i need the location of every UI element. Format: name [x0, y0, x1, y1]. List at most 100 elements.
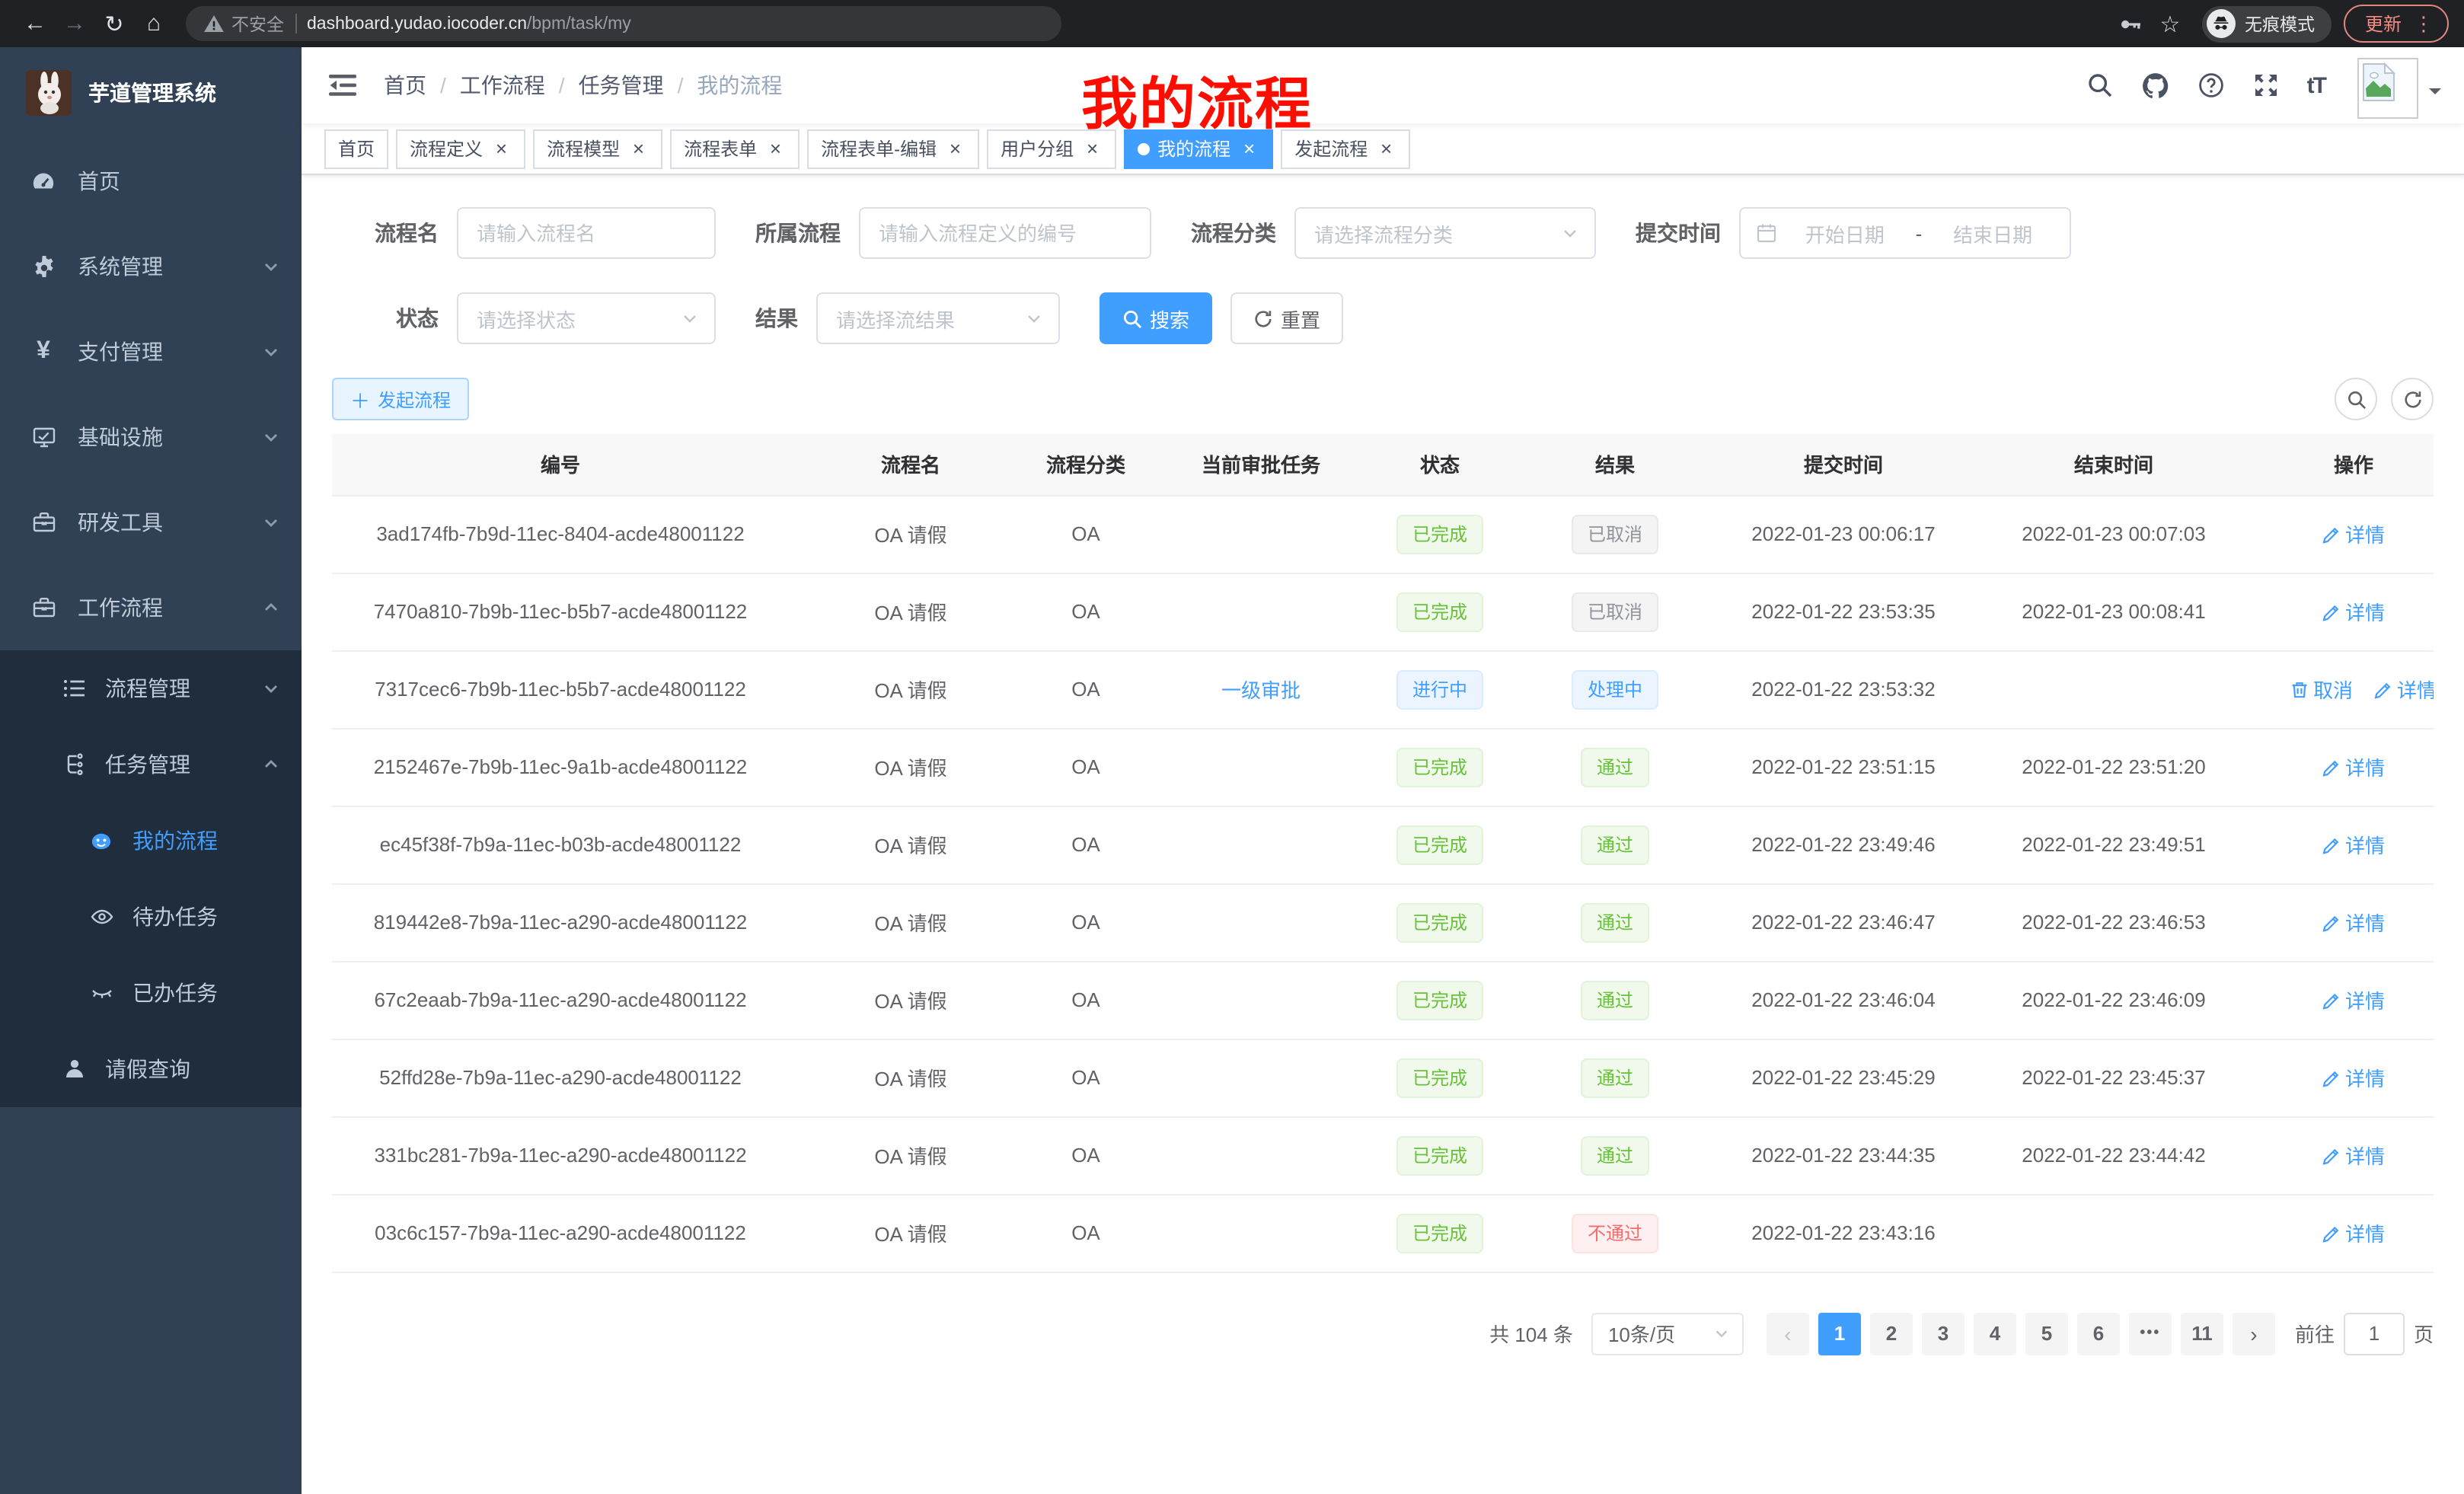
result-select[interactable]: 请选择流结果 [816, 292, 1060, 344]
chevron-down-icon [262, 343, 280, 361]
password-key-icon[interactable] [2111, 4, 2150, 43]
refresh-table-button[interactable] [2391, 378, 2434, 420]
detail-action-link[interactable]: 详情 [2322, 752, 2385, 781]
tab-流程表单-编辑[interactable]: 流程表单-编辑× [807, 129, 979, 168]
tab-close-icon[interactable]: × [627, 138, 649, 159]
tab-流程定义[interactable]: 流程定义 × [396, 129, 525, 168]
process-definition-input[interactable] [859, 207, 1151, 259]
bookmark-star-icon[interactable]: ☆ [2150, 4, 2190, 43]
cancel-action-link[interactable]: 取消 [2290, 675, 2353, 704]
app-logo[interactable]: 芋道管理系统 [0, 47, 302, 139]
tab-close-icon[interactable]: × [1238, 138, 1259, 159]
edit-icon [2322, 602, 2341, 621]
page-button-2[interactable]: 2 [1870, 1312, 1913, 1355]
category-select[interactable]: 请选择流程分类 [1294, 207, 1596, 259]
eye-icon [88, 905, 114, 929]
sidebar-item-label: 基础设施 [78, 422, 241, 452]
detail-action-link[interactable]: 详情 [2322, 1141, 2385, 1170]
sidebar-item-flow-mgmt[interactable]: 流程管理 [0, 650, 302, 726]
prev-page-button[interactable]: ‹ [1767, 1312, 1809, 1355]
breadcrumb-workflow[interactable]: 工作流程 [460, 70, 545, 101]
security-warning[interactable]: 不安全 [204, 11, 284, 36]
detail-action-link[interactable]: 详情 [2374, 675, 2434, 704]
sidebar-item-workflow[interactable]: 工作流程 [0, 565, 302, 650]
detail-action-link[interactable]: 详情 [2322, 519, 2385, 548]
update-button[interactable]: 更新 ⋮ [2344, 5, 2449, 43]
filter-label: 流程名 [332, 218, 439, 248]
sidebar-item-system[interactable]: 系统管理 [0, 224, 302, 309]
filter-row-1: 流程名 所属流程 流程分类 请选择流程分类 [332, 207, 2434, 259]
reload-icon[interactable]: ↻ [94, 4, 134, 43]
user-menu[interactable] [2357, 52, 2441, 119]
tab-close-icon[interactable]: × [944, 138, 965, 159]
toggle-search-button[interactable] [2335, 378, 2377, 420]
sidebar-item-infra[interactable]: 基础设施 [0, 394, 302, 480]
result-badge: 通过 [1581, 747, 1649, 787]
browser-menu-icon[interactable]: ⋮ [2414, 14, 2434, 34]
detail-action-link[interactable]: 详情 [2322, 830, 2385, 859]
process-name-input[interactable] [457, 207, 716, 259]
sidebar-item-payment[interactable]: ¥ 支付管理 [0, 309, 302, 394]
fullscreen-icon[interactable] [2239, 72, 2293, 99]
create-process-button[interactable]: ＋ 发起流程 [332, 378, 469, 420]
sidebar-item-my-process[interactable]: 我的流程 [0, 803, 302, 879]
app-title: 芋道管理系统 [88, 78, 216, 108]
sidebar-item-devtools[interactable]: 研发工具 [0, 480, 302, 565]
tab-流程表单[interactable]: 流程表单× [670, 129, 800, 168]
sidebar-toggle-icon[interactable] [314, 73, 372, 97]
end-time-cell: 2022-01-22 23:46:09 [1954, 961, 2274, 1039]
date-range-picker[interactable]: 开始日期 - 结束日期 [1739, 207, 2071, 259]
detail-action-link[interactable]: 详情 [2322, 908, 2385, 937]
font-size-icon[interactable]: tT [2293, 72, 2339, 98]
tab-首页[interactable]: 首页 [324, 129, 388, 168]
breadcrumb-separator: / [440, 73, 446, 97]
result-badge: 已取消 [1572, 592, 1658, 631]
status-select[interactable]: 请选择状态 [457, 292, 716, 344]
sidebar-item-todo-tasks[interactable]: 待办任务 [0, 879, 302, 955]
tab-close-icon[interactable]: × [1375, 138, 1396, 159]
page-button-6[interactable]: 6 [2077, 1312, 2120, 1355]
tab-close-icon[interactable]: × [1081, 138, 1103, 159]
sidebar-item-leave-query[interactable]: 请假查询 [0, 1031, 302, 1107]
sidebar-item-task-mgmt[interactable]: 任务管理 [0, 726, 302, 803]
tab-流程模型[interactable]: 流程模型× [533, 129, 662, 168]
pages-ellipsis-button[interactable]: ••• [2129, 1312, 2172, 1355]
detail-action-link[interactable]: 详情 [2322, 1218, 2385, 1247]
toolbar-right [2335, 378, 2434, 420]
current-task-link[interactable]: 一级审批 [1221, 679, 1301, 702]
search-button[interactable]: 搜索 [1100, 292, 1212, 344]
detail-action-link[interactable]: 详情 [2322, 597, 2385, 626]
page-button-5[interactable]: 5 [2025, 1312, 2068, 1355]
breadcrumb-task-mgmt[interactable]: 任务管理 [579, 70, 664, 101]
github-icon[interactable] [2127, 71, 2184, 100]
back-icon[interactable]: ← [15, 4, 55, 43]
detail-action-link[interactable]: 详情 [2322, 985, 2385, 1014]
next-page-button[interactable]: › [2233, 1312, 2275, 1355]
page-button-3[interactable]: 3 [1922, 1312, 1964, 1355]
tab-label: 流程定义 [410, 136, 483, 161]
workflow-submenu: 流程管理 任务管理 我的流程 [0, 650, 302, 1107]
page-size-select[interactable]: 10条/页 [1591, 1312, 1744, 1355]
search-icon[interactable] [2073, 72, 2127, 99]
help-icon[interactable] [2184, 72, 2239, 99]
end-time-cell: 2022-01-23 00:07:03 [1954, 495, 2274, 573]
page-button-1[interactable]: 1 [1818, 1312, 1861, 1355]
page-button-4[interactable]: 4 [1974, 1312, 2016, 1355]
security-label: 不安全 [231, 11, 284, 36]
result-badge: 通过 [1581, 902, 1649, 942]
sidebar-item-done-tasks[interactable]: 已办任务 [0, 955, 302, 1031]
goto-page-input[interactable] [2344, 1312, 2405, 1355]
filter-parent-process: 所属流程 [755, 207, 1151, 259]
chevron-down-icon [681, 309, 699, 327]
reset-button[interactable]: 重置 [1230, 292, 1343, 344]
home-icon[interactable]: ⌂ [134, 4, 174, 43]
tab-close-icon[interactable]: × [490, 138, 512, 159]
forward-icon[interactable]: → [55, 4, 94, 43]
page-button-11[interactable]: 11 [2181, 1312, 2223, 1355]
tab-close-icon[interactable]: × [764, 138, 786, 159]
breadcrumb-home[interactable]: 首页 [384, 70, 426, 101]
sidebar-item-home[interactable]: 首页 [0, 139, 302, 224]
detail-action-link[interactable]: 详情 [2322, 1063, 2385, 1092]
address-bar[interactable]: 不安全 dashboard.yudao.iocoder.cn/bpm/task/… [186, 6, 1061, 41]
chevron-down-icon [262, 257, 280, 276]
